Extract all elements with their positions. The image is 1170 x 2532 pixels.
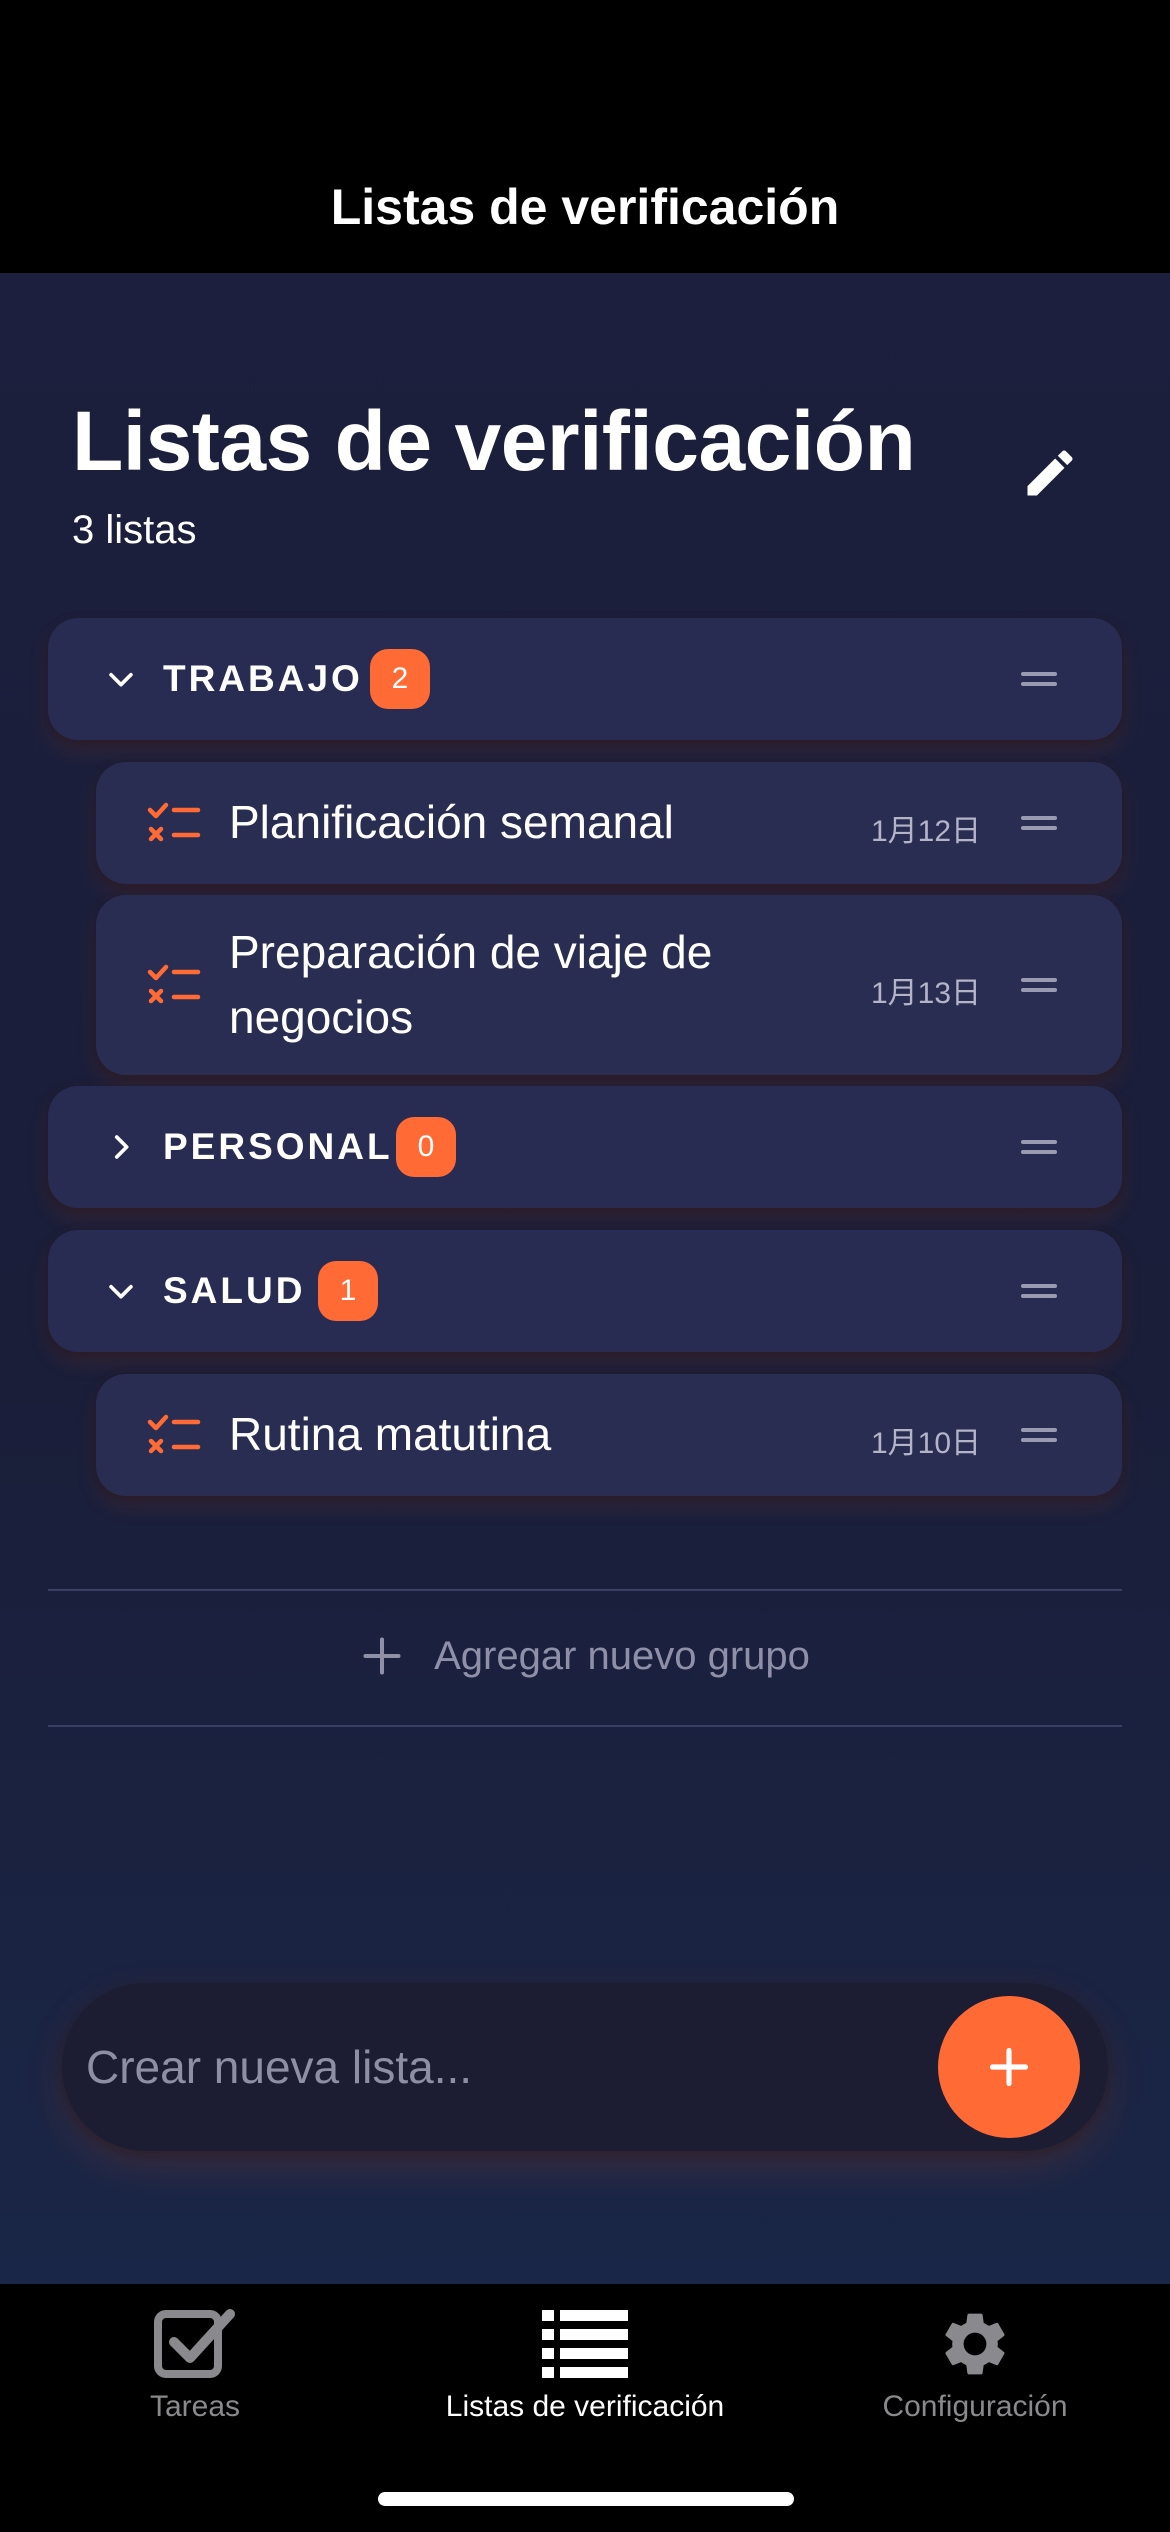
drag-handle-icon[interactable] (1021, 1140, 1057, 1154)
drag-handle-icon[interactable] (1021, 672, 1057, 686)
create-list-button[interactable] (938, 1996, 1080, 2138)
list-item[interactable]: Preparación de viaje de negocios 1月13日 (96, 895, 1122, 1075)
tab-tareas[interactable]: Tareas (95, 2304, 295, 2424)
navigation-bar: Listas de verificación (0, 0, 1170, 273)
list-item-title: Planificación semanal (229, 796, 674, 848)
list-item[interactable]: Rutina matutina 1月10日 (96, 1374, 1122, 1496)
nav-title: Listas de verificación (330, 179, 840, 235)
create-list-bar (62, 1983, 1108, 2151)
group-count-badge: 2 (370, 649, 430, 709)
list-item-date: 1月12日 (871, 815, 982, 848)
group-count-badge: 1 (318, 1261, 378, 1321)
tab-label: Configuración (882, 2390, 1068, 2423)
home-indicator (378, 2492, 794, 2506)
group-header-personal[interactable]: PERSONAL 0 (48, 1086, 1122, 1208)
list-item-date: 1月13日 (871, 977, 982, 1010)
list-icon (415, 2304, 755, 2384)
list-item-date: 1月10日 (871, 1427, 982, 1460)
list-item[interactable]: Planificación semanal 1月12日 (96, 762, 1122, 884)
chevron-down-icon[interactable] (100, 658, 142, 700)
drag-handle-icon[interactable] (1021, 978, 1057, 992)
add-group-label: Agregar nuevo grupo (434, 1633, 810, 1678)
group-count-badge: 0 (396, 1117, 456, 1177)
add-group-button[interactable]: Agregar nuevo grupo (48, 1591, 1122, 1721)
checklist-icon (147, 964, 201, 1004)
tab-label: Tareas (149, 2390, 241, 2423)
drag-handle-icon[interactable] (1021, 816, 1057, 830)
checklist-icon (147, 802, 201, 842)
group-header-trabajo[interactable]: TRABAJO 2 (48, 618, 1122, 740)
chevron-down-icon[interactable] (100, 1270, 142, 1312)
tab-listas[interactable]: Listas de verificación (415, 2304, 755, 2424)
group-header-salud[interactable]: SALUD 1 (48, 1230, 1122, 1352)
group-name: TRABAJO (163, 658, 363, 699)
plus-icon (363, 1637, 401, 1675)
tab-configuracion[interactable]: Configuración (855, 2304, 1095, 2424)
edit-button[interactable] (1010, 433, 1090, 513)
pencil-icon (1027, 450, 1073, 496)
tab-label: Listas de verificación (445, 2390, 725, 2423)
plus-icon (989, 2047, 1029, 2087)
list-item-title: Rutina matutina (229, 1408, 552, 1460)
divider (48, 1725, 1122, 1727)
chevron-right-icon[interactable] (100, 1126, 142, 1168)
create-list-input[interactable] (86, 2022, 906, 2112)
list-count: 3 listas (72, 508, 197, 552)
drag-handle-icon[interactable] (1021, 1428, 1057, 1442)
checkbox-icon (95, 2304, 295, 2384)
drag-handle-icon[interactable] (1021, 1284, 1057, 1298)
gear-icon (855, 2304, 1095, 2384)
main-content[interactable]: Listas de verificación 3 listas TRABAJO … (0, 273, 1170, 2284)
list-item-title: Preparación de viaje de negocios (229, 926, 713, 1043)
group-name: PERSONAL (163, 1126, 393, 1167)
group-name: SALUD (163, 1270, 306, 1311)
checklist-icon (147, 1414, 201, 1454)
page-title: Listas de verificación (72, 394, 916, 488)
